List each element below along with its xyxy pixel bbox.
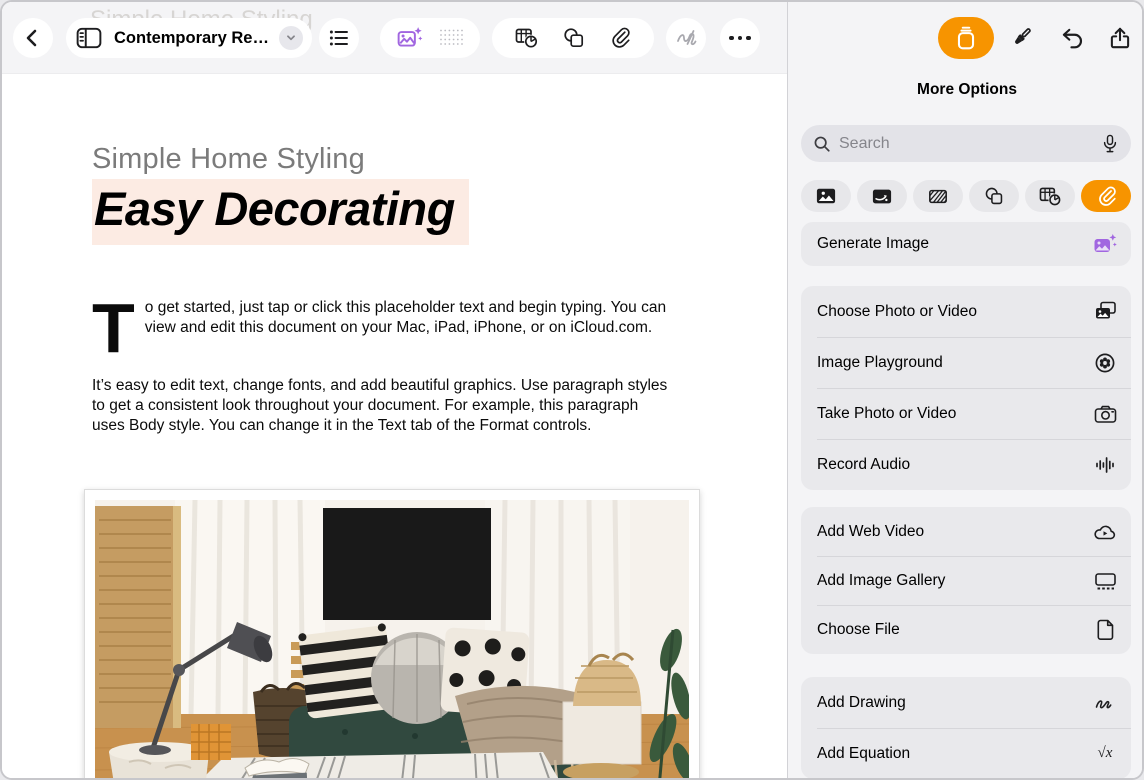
tab-video[interactable]: [857, 180, 907, 212]
shapes-button[interactable]: [562, 27, 586, 49]
menu-row-generate-image[interactable]: Generate Image: [801, 222, 1131, 266]
menu-row-record-audio[interactable]: Record Audio: [801, 439, 1131, 490]
more-options-panel: More Options: [787, 2, 1144, 778]
generate-image-icon: [1093, 232, 1117, 256]
search-input[interactable]: [839, 135, 1101, 153]
paperclip-icon: [1096, 186, 1117, 207]
scribble-icon: [674, 26, 698, 50]
toolbar-insert-group: [492, 18, 654, 58]
menu-row-add-image-gallery[interactable]: Add Image Gallery: [801, 556, 1131, 605]
search-icon: [813, 135, 831, 153]
document-paragraph[interactable]: To get started, just tap or click this p…: [92, 298, 670, 356]
top-toolbar: Simple Home Styling Contemporary Re…: [2, 2, 787, 74]
drawing-equation-group: Add Drawing Add Equation √x: [801, 677, 1131, 779]
document-photo[interactable]: [84, 489, 700, 780]
grid-button-disabled: [439, 27, 463, 49]
menu-row-choose-photo[interactable]: Choose Photo or Video: [801, 286, 1131, 337]
photos-stack-icon: [1094, 301, 1117, 322]
tab-attachments-selected[interactable]: [1081, 180, 1131, 212]
writing-tools-button-disabled: [666, 18, 706, 58]
chevron-left-icon: [21, 26, 45, 50]
insert-button-active[interactable]: [938, 17, 994, 59]
format-button[interactable]: [1007, 24, 1035, 52]
chevron-down-icon: [284, 31, 298, 45]
tab-media[interactable]: [801, 180, 851, 212]
photo-icon: [816, 187, 836, 205]
search-field[interactable]: [801, 125, 1131, 162]
mic-icon[interactable]: [1101, 134, 1119, 154]
generate-image-button[interactable]: [397, 26, 423, 50]
ellipsis-icon: [729, 36, 751, 41]
insert-object-icon: [954, 25, 978, 51]
more-button[interactable]: [720, 18, 760, 58]
document-paragraph[interactable]: It’s easy to edit text, change fonts, an…: [92, 376, 670, 436]
toolbar-media-group: [380, 18, 480, 58]
undo-button[interactable]: [1058, 24, 1086, 52]
title-menu-button[interactable]: [279, 26, 303, 50]
undo-icon: [1059, 25, 1085, 51]
shapes-icon: [983, 186, 1005, 206]
document-subtitle[interactable]: Simple Home Styling: [92, 143, 365, 176]
menu-row-take-photo[interactable]: Take Photo or Video: [801, 388, 1131, 439]
web-media-group: Add Web Video Add Image Gallery: [801, 507, 1131, 654]
video-icon: [872, 188, 892, 205]
living-room-image: [95, 500, 689, 780]
drop-cap: T: [92, 300, 135, 356]
tab-table-chart[interactable]: [1025, 180, 1075, 212]
list-icon: [328, 27, 350, 49]
document-title-button[interactable]: Contemporary Re…: [66, 18, 312, 58]
share-icon: [1107, 25, 1133, 51]
paintbrush-icon: [1008, 25, 1034, 51]
panel-toolbar: [788, 2, 1144, 74]
media-source-group: Choose Photo or Video Image Playground: [801, 286, 1131, 490]
document-title-label: Contemporary Re…: [114, 29, 269, 48]
panel-title: More Options: [788, 81, 1144, 99]
table-chart-icon: [1039, 186, 1062, 207]
generate-image-group: Generate Image: [801, 222, 1131, 266]
table-chart-button[interactable]: [515, 27, 539, 49]
camera-icon: [1094, 404, 1117, 424]
waveform-icon: [1094, 454, 1116, 476]
category-tabs: [801, 180, 1131, 212]
drawing-icon: [1094, 693, 1116, 713]
menu-row-add-equation[interactable]: Add Equation √x: [801, 728, 1131, 779]
menu-row-image-playground[interactable]: Image Playground: [801, 337, 1131, 388]
equation-icon: √x: [1098, 745, 1113, 762]
menu-row-add-web-video[interactable]: Add Web Video: [801, 507, 1131, 556]
back-button[interactable]: [13, 18, 53, 58]
share-button[interactable]: [1106, 24, 1134, 52]
menu-row-add-drawing[interactable]: Add Drawing: [801, 677, 1131, 728]
sidebar-icon[interactable]: [76, 26, 102, 50]
contents-list-button[interactable]: [319, 18, 359, 58]
image-playground-icon: [1094, 352, 1116, 374]
document-heading[interactable]: Easy Decorating: [92, 179, 469, 245]
menu-row-choose-file[interactable]: Choose File: [801, 605, 1131, 654]
cloud-play-icon: [1093, 523, 1117, 541]
document-canvas[interactable]: Simple Home Styling Easy Decorating To g…: [2, 2, 787, 778]
tab-shapes[interactable]: [969, 180, 1019, 212]
image-gallery-icon: [1094, 571, 1117, 591]
pages-app-window: Simple Home Styling Easy Decorating To g…: [0, 0, 1144, 780]
attachment-button[interactable]: [609, 27, 631, 49]
tab-pattern[interactable]: [913, 180, 963, 212]
file-icon: [1096, 619, 1115, 641]
pattern-icon: [928, 188, 948, 205]
